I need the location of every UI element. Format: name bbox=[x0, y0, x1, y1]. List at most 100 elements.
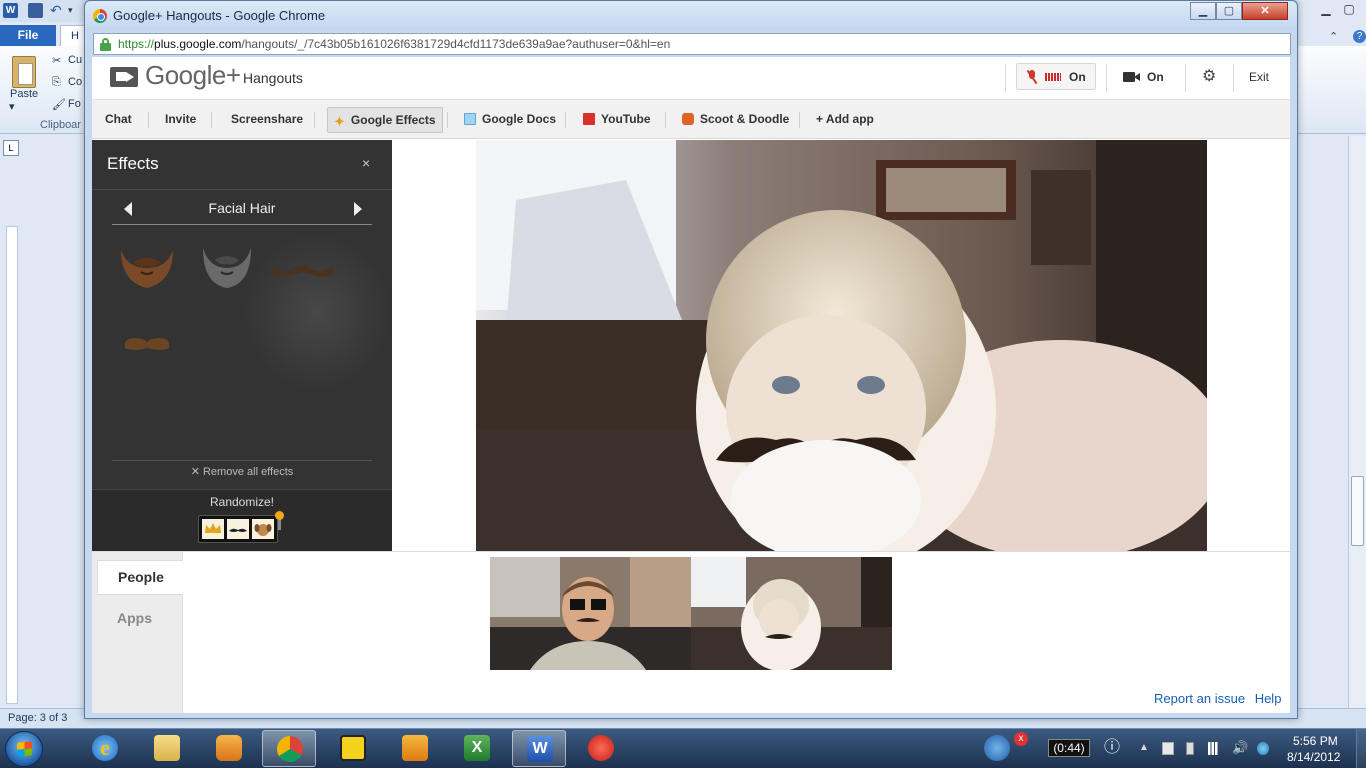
start-button[interactable] bbox=[5, 731, 43, 767]
effects-close-button[interactable]: × bbox=[362, 155, 370, 171]
copy-label[interactable]: Co bbox=[68, 76, 82, 88]
info-icon[interactable]: ⓘ bbox=[1104, 740, 1120, 756]
chrome-title-bar[interactable]: Google+ Hangouts - Google Chrome ▁ ▢ ✕ bbox=[85, 1, 1297, 31]
dog-icon bbox=[252, 519, 274, 539]
minimize-button[interactable]: ▁ bbox=[1190, 2, 1216, 20]
app-chat[interactable]: Chat bbox=[99, 107, 138, 133]
format-painter-label[interactable]: Fo bbox=[68, 98, 81, 110]
cut-label[interactable]: Cu bbox=[68, 54, 82, 66]
randomize-slot-machine[interactable] bbox=[198, 515, 278, 543]
url-text[interactable]: https://plus.google.com/hangouts/_/7c43b… bbox=[118, 37, 670, 51]
word-app-icon[interactable]: W bbox=[3, 3, 18, 18]
tab-people[interactable]: People bbox=[97, 560, 183, 595]
page-count-status[interactable]: Page: 3 of 3 bbox=[8, 712, 67, 724]
paste-label[interactable]: Paste bbox=[10, 88, 38, 100]
taskbar-media-player[interactable] bbox=[202, 730, 256, 767]
taskbar-internet-explorer[interactable]: e bbox=[78, 730, 132, 767]
remove-all-effects-button[interactable]: ✕ Remove all effects bbox=[92, 465, 392, 478]
tab-apps[interactable]: Apps bbox=[97, 602, 183, 637]
previous-category-arrow[interactable] bbox=[124, 202, 132, 216]
word-help-icon[interactable]: ? bbox=[1353, 30, 1366, 43]
randomize-area: Randomize! bbox=[92, 489, 392, 551]
participant-video-child[interactable] bbox=[691, 557, 892, 670]
scrollbar-thumb[interactable] bbox=[1351, 476, 1364, 546]
tab-selector[interactable]: L bbox=[3, 140, 19, 156]
action-center-icon[interactable] bbox=[1162, 742, 1174, 755]
hangouts-title: Hangouts bbox=[243, 70, 303, 86]
app-screenshare[interactable]: Screenshare bbox=[225, 107, 309, 133]
taskbar-word[interactable]: W bbox=[512, 730, 566, 767]
maximize-button[interactable]: ▢ bbox=[1216, 2, 1242, 20]
camera-icon[interactable] bbox=[1123, 72, 1140, 82]
copy-icon[interactable]: ⎘ bbox=[52, 76, 61, 89]
ribbon-collapse-icon[interactable]: ⌃ bbox=[1329, 30, 1338, 43]
main-video-feed[interactable] bbox=[476, 140, 1207, 551]
volume-icon[interactable]: 🔊 bbox=[1232, 741, 1248, 755]
help-link[interactable]: Help bbox=[1255, 691, 1282, 706]
word-icon: W bbox=[527, 736, 553, 762]
signal-icon[interactable] bbox=[1208, 742, 1220, 755]
settings-gear-icon[interactable]: ⚙ bbox=[1202, 69, 1216, 85]
word-minimize-button[interactable]: ▁ bbox=[1314, 0, 1338, 20]
customize-qat-icon[interactable]: ▾ bbox=[68, 3, 83, 18]
mic-state-label: On bbox=[1069, 70, 1086, 84]
chrome-window: Google+ Hangouts - Google Chrome ▁ ▢ ✕ h… bbox=[84, 0, 1298, 719]
gray-beard-effect[interactable] bbox=[187, 238, 267, 294]
mustache-icon bbox=[227, 519, 249, 539]
beard-effect[interactable] bbox=[107, 238, 187, 294]
notification-badge: x bbox=[1014, 732, 1028, 746]
close-button[interactable]: ✕ bbox=[1242, 2, 1288, 20]
clock-date[interactable]: 8/14/2012 bbox=[1287, 750, 1340, 764]
address-bar[interactable]: https://plus.google.com/hangouts/_/7c43b… bbox=[93, 33, 1291, 55]
paste-dropdown-icon[interactable]: ▾ bbox=[9, 100, 15, 113]
battery-icon[interactable] bbox=[1186, 742, 1194, 755]
exit-button[interactable]: Exit bbox=[1249, 70, 1269, 84]
show-desktop-button[interactable] bbox=[1356, 729, 1366, 768]
globe-icon[interactable] bbox=[1257, 742, 1269, 755]
taskbar-outlook[interactable] bbox=[388, 730, 442, 767]
bottom-side-tabs: People Apps bbox=[92, 552, 183, 713]
paste-icon[interactable] bbox=[12, 56, 36, 88]
tray-timer[interactable]: (0:44) bbox=[1048, 739, 1090, 757]
word-vertical-scrollbar[interactable] bbox=[1348, 136, 1366, 708]
save-icon[interactable] bbox=[28, 3, 43, 18]
slot-lever-knob[interactable] bbox=[275, 511, 284, 520]
app-scoot-doodle[interactable]: Scoot & Doodle bbox=[676, 107, 795, 133]
excel-icon: X bbox=[464, 735, 490, 761]
app-invite[interactable]: Invite bbox=[159, 107, 202, 133]
word-restore-button[interactable]: ▢ bbox=[1337, 0, 1361, 20]
app-google-docs[interactable]: Google Docs bbox=[458, 107, 562, 133]
next-category-arrow[interactable] bbox=[354, 202, 362, 216]
camera-state-label[interactable]: On bbox=[1147, 70, 1164, 84]
lock-icon[interactable] bbox=[100, 38, 111, 51]
taskbar-excel[interactable]: X bbox=[450, 730, 504, 767]
handlebar-mustache-effect[interactable] bbox=[262, 244, 342, 300]
participant-video-man[interactable] bbox=[490, 557, 691, 670]
microphone-toggle[interactable]: On bbox=[1016, 63, 1096, 90]
clock-time[interactable]: 5:56 PM bbox=[1293, 734, 1338, 748]
hangouts-camera-icon bbox=[110, 67, 138, 87]
sparkle-icon: ✦ bbox=[334, 114, 345, 129]
add-app-button[interactable]: + Add app bbox=[810, 107, 880, 133]
taskbar-file-explorer[interactable] bbox=[140, 730, 194, 767]
app-google-effects[interactable]: ✦ Google Effects bbox=[327, 107, 443, 133]
crown-icon bbox=[202, 519, 224, 539]
word-file-tab[interactable]: File bbox=[0, 25, 56, 46]
format-painter-icon[interactable]: 🖌 bbox=[52, 98, 66, 111]
show-hidden-icons[interactable]: ▲ bbox=[1139, 742, 1151, 755]
taskbar-norton[interactable] bbox=[326, 730, 380, 767]
google-plus-logo: Google+ bbox=[145, 60, 241, 90]
undo-icon[interactable]: ↶ bbox=[50, 3, 65, 18]
tray-network-app[interactable]: x bbox=[976, 730, 1028, 767]
randomize-label: Randomize! bbox=[209, 495, 275, 509]
hangout-header: Google+ Hangouts On On ⚙ Exit bbox=[92, 57, 1290, 99]
taskbar-chrome[interactable] bbox=[262, 730, 316, 767]
brown-mustache-effect[interactable] bbox=[107, 316, 187, 372]
effects-panel: Effects × Facial Hair ✕ Remove all effec… bbox=[92, 140, 392, 551]
red-app-icon bbox=[588, 735, 614, 761]
cut-icon[interactable]: ✂ bbox=[52, 54, 61, 67]
app-youtube[interactable]: YouTube bbox=[577, 107, 657, 133]
taskbar-media-app[interactable] bbox=[574, 730, 628, 767]
report-issue-link[interactable]: Report an issue bbox=[1154, 691, 1245, 706]
youtube-icon bbox=[583, 113, 595, 125]
